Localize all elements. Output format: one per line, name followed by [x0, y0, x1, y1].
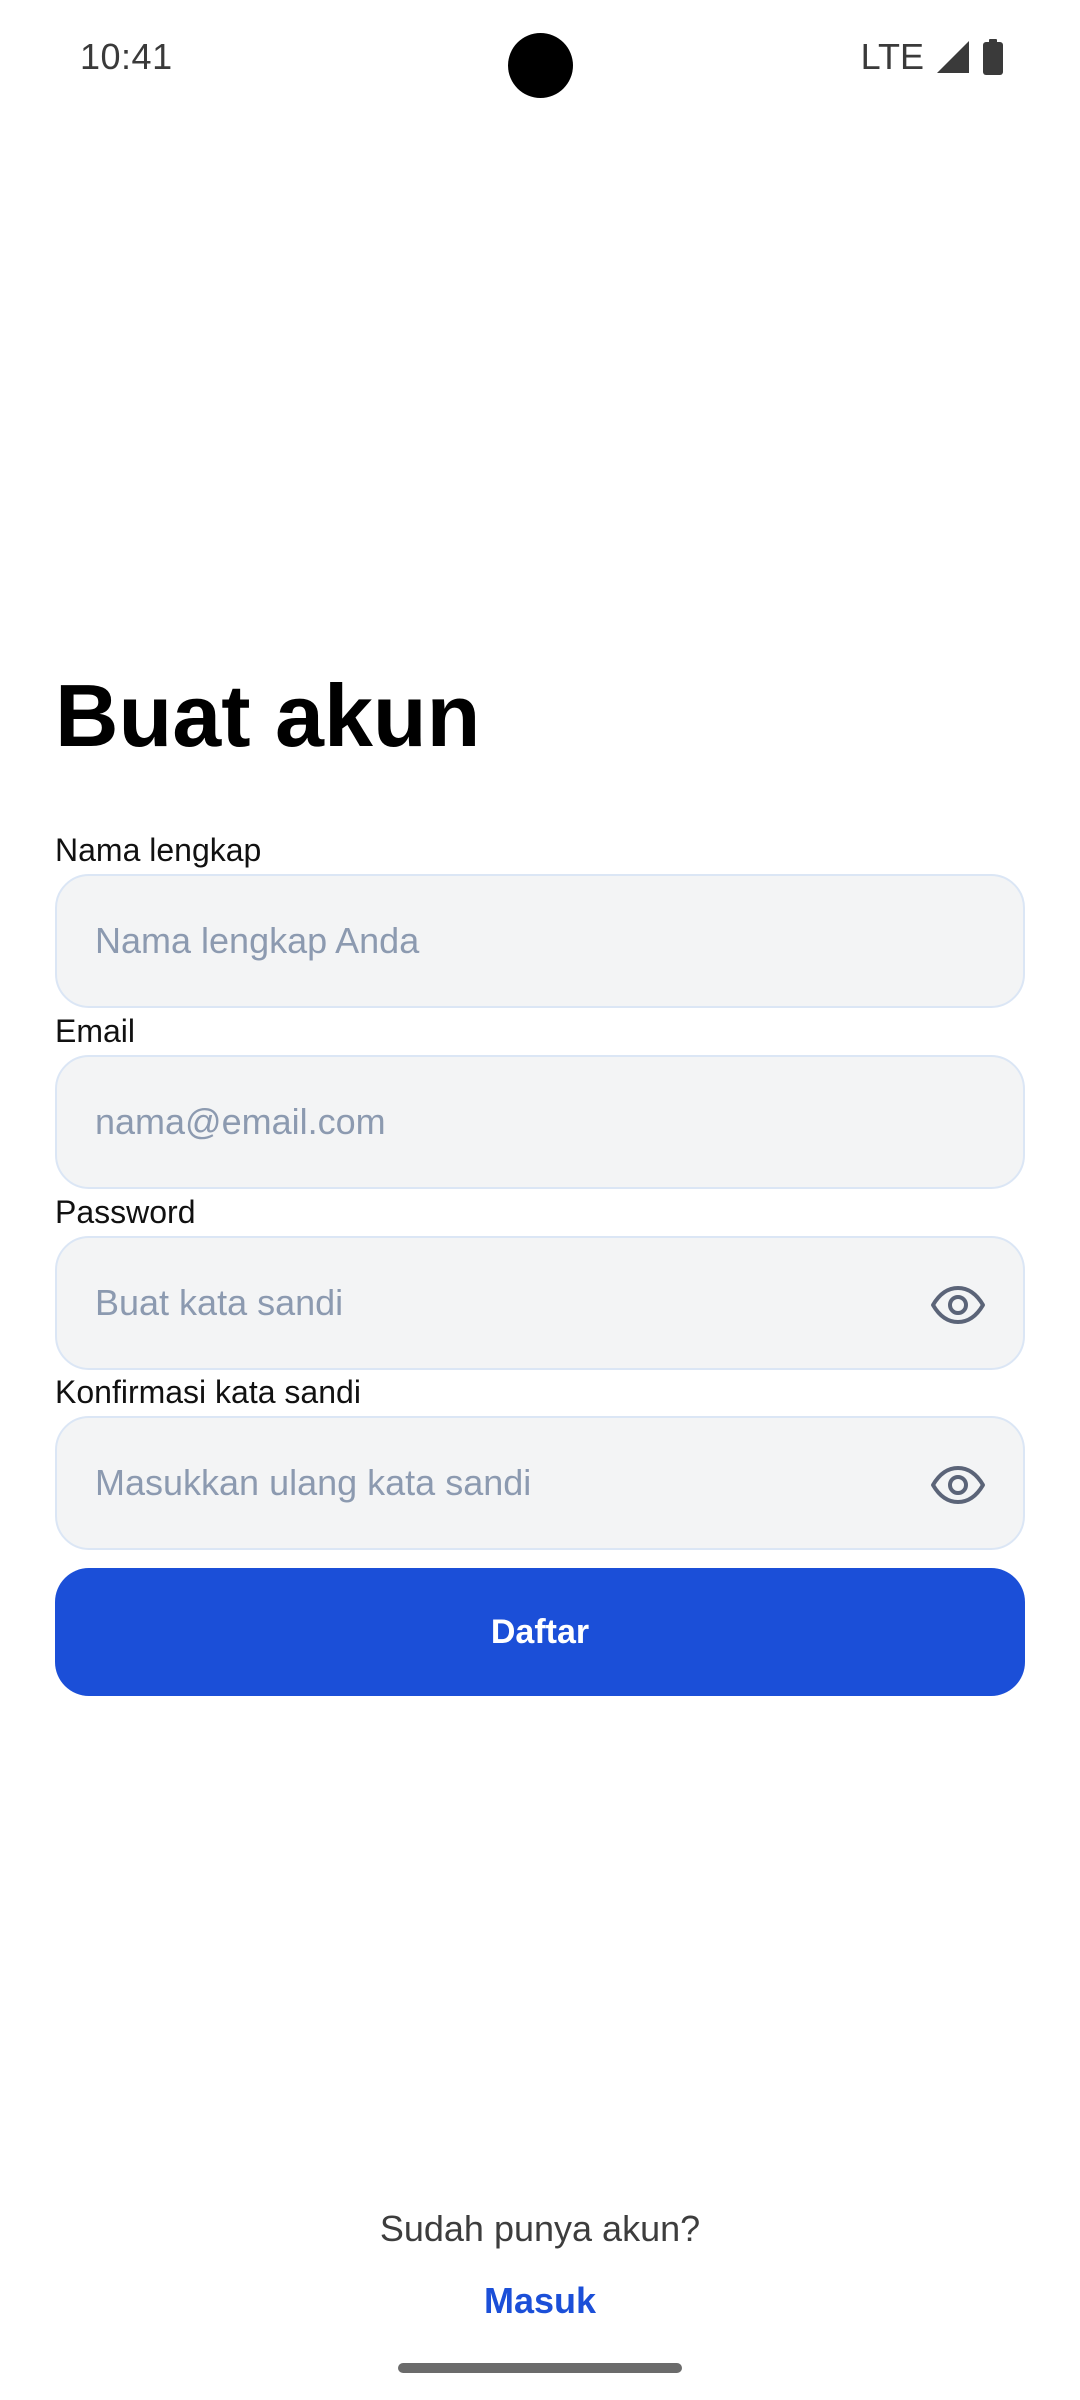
network-type: LTE	[860, 36, 924, 77]
register-button[interactable]: Daftar	[55, 1568, 1025, 1696]
sign-in-link[interactable]: Masuk	[0, 2280, 1080, 2322]
eye-icon[interactable]	[929, 1458, 987, 1512]
signup-screen: 10:41 LTE Buat akun Nama lengkap Email	[0, 0, 1080, 2400]
eye-icon[interactable]	[929, 1278, 987, 1332]
confirm-password-label: Konfirmasi kata sandi	[55, 1374, 361, 1410]
camera-cutout	[508, 33, 573, 98]
full-name-field[interactable]	[55, 874, 1025, 1008]
status-indicators: LTE	[861, 36, 1004, 78]
home-indicator[interactable]	[398, 2363, 682, 2373]
email-label: Email	[55, 1013, 136, 1049]
page-title: Buat akun	[55, 666, 481, 765]
full-name-input[interactable]	[95, 876, 915, 1006]
battery-icon	[982, 39, 1004, 75]
signal-icon	[936, 40, 970, 74]
password-label: Password	[55, 1194, 196, 1230]
password-field[interactable]	[55, 1236, 1025, 1370]
full-name-label: Nama lengkap	[55, 832, 262, 868]
password-input[interactable]	[95, 1238, 915, 1368]
confirm-password-input[interactable]	[95, 1418, 915, 1548]
email-input[interactable]	[95, 1057, 915, 1187]
confirm-password-field[interactable]	[55, 1416, 1025, 1550]
have-account-prompt: Sudah punya akun?	[379, 2208, 701, 2249]
status-bar: 10:41 LTE	[0, 0, 1080, 116]
email-field[interactable]	[55, 1055, 1025, 1189]
status-time: 10:41	[80, 36, 173, 77]
